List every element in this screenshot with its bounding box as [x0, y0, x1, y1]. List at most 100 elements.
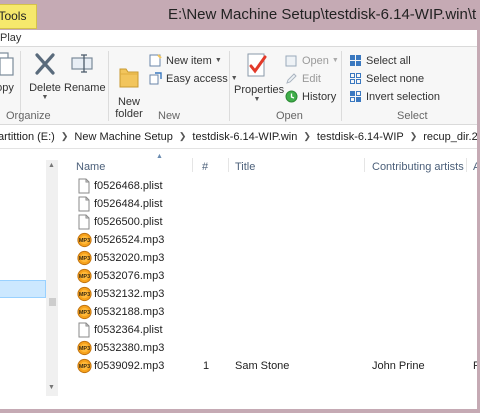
column-header-number[interactable]: #	[202, 161, 208, 173]
select-group-label: Select	[397, 110, 428, 122]
file-row[interactable]: MP3 f0532020.mp3	[66, 249, 477, 267]
new-group-label: New	[158, 110, 181, 122]
column-divider[interactable]	[466, 158, 467, 172]
music-tools-context-tab[interactable]: Music Tools	[0, 4, 37, 29]
new-folder-button[interactable]: New folder	[113, 51, 145, 132]
file-row[interactable]: f0532364.plist	[66, 321, 477, 339]
breadcrumb-recup-dir[interactable]: recup_dir.2	[423, 131, 477, 143]
breadcrumb-chevron-icon[interactable]: ❯	[179, 131, 187, 142]
select-none-button[interactable]: Select none	[349, 70, 424, 87]
file-row[interactable]: MP3 f0532188.mp3	[66, 303, 477, 321]
tab-play[interactable]: Play	[0, 32, 21, 44]
svg-text:MP3: MP3	[79, 256, 90, 262]
new-item-button[interactable]: New item ▼	[149, 52, 222, 69]
copy-icon	[0, 52, 14, 76]
file-name: f0526468.plist	[94, 180, 163, 192]
column-divider[interactable]	[364, 158, 365, 172]
folder-icon	[119, 68, 139, 88]
navigation-pane: ▲ ▼	[0, 150, 58, 409]
breadcrumb-testdisk-win[interactable]: testdisk-6.14-WIP.win	[192, 131, 297, 143]
column-divider[interactable]	[192, 158, 193, 172]
easy-access-button[interactable]: Easy access ▼	[149, 70, 238, 87]
dropdown-arrow-icon: ▼	[214, 57, 222, 64]
svg-text:MP3: MP3	[79, 238, 90, 244]
file-row[interactable]: MP3 f0532076.mp3	[66, 267, 477, 285]
properties-icon	[247, 53, 267, 77]
file-row[interactable]: MP3 f0532380.mp3	[66, 339, 477, 357]
copy-label: Copy	[0, 82, 14, 94]
breadcrumb-drive[interactable]: artittion (E:)	[0, 131, 55, 143]
column-header-title[interactable]: Title	[235, 161, 255, 173]
column-header-album[interactable]: A	[473, 161, 477, 173]
history-button[interactable]: History	[285, 88, 336, 105]
scroll-down-icon[interactable]: ▼	[48, 384, 55, 391]
select-all-icon	[350, 55, 361, 66]
organize-group-label: Organize	[6, 110, 51, 122]
column-header-artists[interactable]: Contributing artists	[372, 161, 464, 173]
breadcrumb-chevron-icon[interactable]: ❯	[61, 131, 69, 142]
file-name: f0539092.mp3	[94, 360, 165, 372]
file-row[interactable]: f0526500.plist	[66, 213, 477, 231]
copy-button[interactable]: Copy	[0, 51, 16, 94]
nav-selected-item[interactable]	[0, 280, 46, 298]
explorer-window: Music Tools E:\New Machine Setup\testdis…	[0, 0, 480, 413]
contributing-artists: John Prine	[372, 360, 425, 372]
edit-icon	[286, 73, 297, 84]
ribbon-separator	[229, 51, 230, 121]
rename-button[interactable]: Rename	[64, 51, 106, 94]
file-name: f0532132.mp3	[94, 288, 165, 300]
nav-scrollbar-thumb[interactable]	[49, 298, 56, 306]
file-row[interactable]: MP3 f0539092.mp3 1 Sam Stone John Prine P	[66, 357, 477, 377]
dropdown-arrow-icon: ▼	[253, 96, 261, 103]
file-row[interactable]: MP3 f0532132.mp3	[66, 285, 477, 303]
nav-scrollbar[interactable]	[46, 160, 58, 396]
rename-icon	[71, 54, 93, 73]
new-folder-label: New folder	[115, 96, 143, 120]
select-none-label: Select none	[366, 72, 425, 85]
invert-selection-icon	[350, 91, 361, 102]
context-tab-label: Music Tools	[0, 9, 27, 23]
mp3-file-icon: MP3	[77, 358, 92, 377]
select-all-button[interactable]: Select all	[349, 52, 411, 69]
ribbon-separator	[108, 51, 109, 121]
breadcrumb-new-machine-setup[interactable]: New Machine Setup	[74, 131, 172, 143]
dropdown-arrow-icon: ▼	[331, 57, 339, 64]
invert-selection-label: Invert selection	[366, 90, 440, 103]
breadcrumb-testdisk-wip[interactable]: testdisk-6.14-WIP	[317, 131, 404, 143]
new-item-icon	[149, 54, 162, 67]
delete-x-icon	[35, 53, 55, 75]
ribbon: Copy Delete ▼ Rename Organize New	[0, 47, 477, 125]
rename-label: Rename	[64, 82, 106, 94]
svg-text:MP3: MP3	[79, 292, 90, 298]
svg-text:MP3: MP3	[79, 310, 90, 316]
address-bar[interactable]: artittion (E:) ❯ New Machine Setup ❯ tes…	[0, 125, 477, 149]
scroll-up-icon[interactable]: ▲	[48, 162, 55, 169]
delete-button[interactable]: Delete ▼	[28, 51, 62, 101]
select-all-label: Select all	[366, 54, 411, 67]
file-row[interactable]: f0526484.plist	[66, 195, 477, 213]
file-row[interactable]: f0526468.plist	[66, 177, 477, 195]
invert-selection-button[interactable]: Invert selection	[349, 88, 440, 105]
breadcrumb-chevron-icon[interactable]: ❯	[410, 131, 418, 142]
easy-access-icon	[149, 72, 162, 85]
history-label: History	[302, 90, 337, 103]
column-header-name[interactable]: Name	[76, 161, 105, 173]
breadcrumb-chevron-icon[interactable]: ❯	[303, 131, 311, 142]
file-name: f0526500.plist	[94, 216, 163, 228]
file-name: f0532076.mp3	[94, 270, 165, 282]
file-name: f0526524.mp3	[94, 234, 165, 246]
file-row[interactable]: MP3 f0526524.mp3	[66, 231, 477, 249]
track-number: 1	[203, 360, 210, 372]
svg-text:MP3: MP3	[79, 364, 90, 370]
edit-button[interactable]: Edit	[285, 70, 321, 87]
column-divider[interactable]	[228, 158, 229, 172]
select-none-icon	[350, 73, 361, 84]
open-button[interactable]: Open ▼	[285, 52, 339, 69]
properties-button[interactable]: Properties ▼	[234, 51, 284, 103]
column-headers: ▲ Name # Title Contributing artists A	[66, 150, 477, 174]
file-list: ▲ Name # Title Contributing artists A f0…	[66, 150, 477, 409]
title-bar: Music Tools E:\New Machine Setup\testdis…	[0, 0, 477, 30]
delete-label: Delete	[29, 82, 61, 94]
file-name: f0532020.mp3	[94, 252, 165, 264]
open-label: Open	[302, 54, 329, 67]
